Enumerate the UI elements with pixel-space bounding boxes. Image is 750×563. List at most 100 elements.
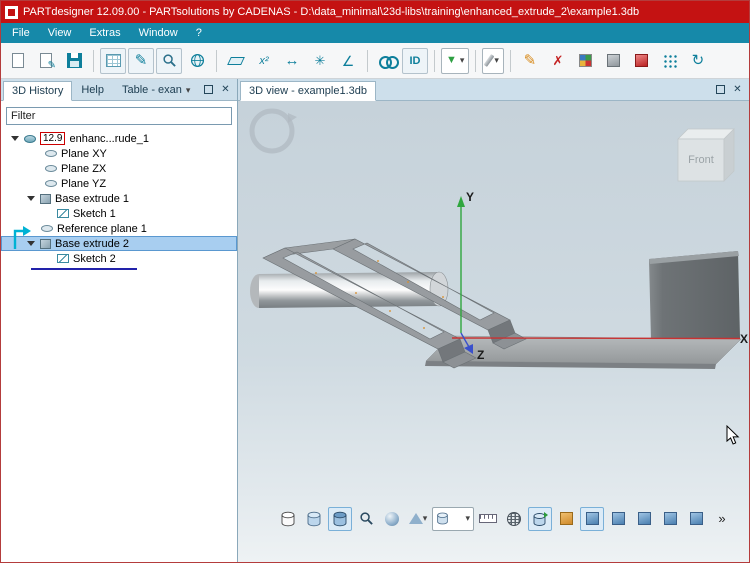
new-document-button[interactable] [5, 48, 31, 74]
shaded-display-button[interactable] [302, 507, 326, 531]
plane-icon [45, 150, 57, 157]
menu-extras[interactable]: Extras [80, 25, 129, 41]
tree-item-reference-plane-1[interactable]: Reference plane 1 [1, 221, 237, 236]
left-view-button[interactable] [632, 507, 656, 531]
tree-item-plane-xy[interactable]: Plane XY [1, 146, 237, 161]
color-dropdown[interactable]: ▼▾ [441, 48, 469, 74]
menu-file[interactable]: File [3, 25, 39, 41]
delete-button[interactable]: ✗ [545, 48, 571, 74]
axis-y-label: Y [466, 190, 474, 204]
part-button[interactable] [601, 48, 627, 74]
measure-button[interactable] [476, 507, 500, 531]
solid-display-button[interactable] [328, 507, 352, 531]
assembly-icon [24, 135, 36, 143]
save-icon [67, 53, 82, 68]
link-button[interactable] [374, 48, 400, 74]
front-view-button[interactable] [580, 507, 604, 531]
view-panel: 3D view - example1.3db ✕ [238, 79, 749, 562]
search-icon [162, 53, 177, 68]
plane-icon [45, 165, 57, 172]
menu-window[interactable]: Window [130, 25, 187, 41]
dynamic-rotate-button[interactable] [528, 507, 552, 531]
float-view-button[interactable] [714, 83, 727, 96]
tree-item-label: Plane ZX [61, 163, 106, 175]
variable-button[interactable]: x² [251, 48, 277, 74]
tree-item-plane-yz[interactable]: Plane YZ [1, 176, 237, 191]
save-button[interactable] [61, 48, 87, 74]
extrude-icon [40, 194, 51, 204]
iso-view-button[interactable] [554, 507, 578, 531]
view-mode-button[interactable]: ▾ [406, 507, 430, 531]
tab-table[interactable]: Table - exan▾ [113, 80, 199, 100]
new-page-icon [12, 53, 24, 68]
view-cube-label: Front [688, 154, 714, 166]
sphere-icon [385, 512, 399, 526]
gray-cube-icon [607, 54, 620, 67]
cylinder-wireframe-icon [280, 511, 296, 527]
blue-cube-icon [638, 512, 651, 525]
tree-item-sketch-2[interactable]: Sketch 2 [1, 251, 237, 266]
close-panel-button[interactable]: ✕ [219, 83, 232, 96]
expander-icon[interactable] [27, 196, 35, 201]
axis-x-label: X [740, 332, 748, 346]
dimension-button[interactable]: ↔ [279, 48, 305, 74]
screw-dropdown[interactable]: ▾ [482, 48, 504, 74]
back-view-button[interactable] [606, 507, 630, 531]
refresh-button[interactable]: ↻ [685, 48, 711, 74]
float-icon [204, 85, 213, 94]
tree-item-plane-zx[interactable]: Plane ZX [1, 161, 237, 176]
orange-cube-icon [560, 512, 573, 525]
id-button[interactable]: ID [402, 48, 428, 74]
dimension-icon: ↔ [285, 53, 300, 68]
tab-help[interactable]: Help [72, 80, 113, 100]
float-panel-button[interactable] [202, 83, 215, 96]
tab-3d-view[interactable]: 3D view - example1.3db [240, 81, 376, 101]
cylinder-solid-icon [332, 511, 348, 527]
zoom-fit-button[interactable] [354, 507, 378, 531]
render-quality-button[interactable] [380, 507, 404, 531]
right-view-button[interactable] [658, 507, 682, 531]
search-button[interactable] [156, 48, 182, 74]
sketch-plane-button[interactable] [223, 48, 249, 74]
sketch-edit-button[interactable]: ✎ [128, 48, 154, 74]
pattern-icon: ✳ [315, 54, 326, 67]
plane-icon [45, 180, 57, 187]
close-view-button[interactable]: ✕ [731, 83, 744, 96]
mouse-cursor [727, 426, 738, 444]
cylinder-arrows-icon [532, 511, 548, 527]
wireframe-display-button[interactable] [276, 507, 300, 531]
export-button[interactable] [573, 48, 599, 74]
edit-button[interactable]: ✎ [517, 48, 543, 74]
menu-help[interactable]: ? [187, 25, 211, 41]
table-button[interactable] [100, 48, 126, 74]
more-tools-button[interactable]: » [710, 507, 734, 531]
angle-button[interactable]: ∠ [335, 48, 361, 74]
refresh-icon: ↻ [692, 53, 705, 68]
top-view-button[interactable] [684, 507, 708, 531]
tree-item-base-extrude-1[interactable]: Base extrude 1 [1, 191, 237, 206]
menu-view[interactable]: View [39, 25, 81, 41]
screw-icon [484, 54, 495, 67]
globe-button[interactable] [184, 48, 210, 74]
filter-input[interactable] [6, 107, 232, 125]
3d-viewport[interactable]: Y X Z Front [238, 101, 749, 562]
history-panel: 3D History Help Table - exan▾ ✕ 12.9 enh… [1, 79, 238, 562]
pattern-button[interactable]: ✳ [307, 48, 333, 74]
tree-item-label: Base extrude 1 [55, 193, 129, 205]
tab-3d-history[interactable]: 3D History [3, 81, 72, 101]
snap-grid-button[interactable] [657, 48, 683, 74]
sketch-icon [57, 209, 69, 218]
tree-item-base-extrude-2[interactable]: Base extrude 2 [1, 236, 237, 251]
float-icon [716, 85, 725, 94]
left-tab-bar: 3D History Help Table - exan▾ ✕ [1, 79, 237, 101]
display-mode-combo[interactable]: ▾ [432, 507, 474, 531]
expander-icon[interactable] [11, 136, 19, 141]
tree-item-root[interactable]: 12.9 enhanc...rude_1 [1, 131, 237, 146]
prism-icon [409, 513, 423, 524]
open-document-button[interactable]: ✎ [33, 48, 59, 74]
part-red-button[interactable] [629, 48, 655, 74]
sketch-icon [57, 254, 69, 263]
tree-item-sketch-1[interactable]: Sketch 1 [1, 206, 237, 221]
mesh-display-button[interactable] [502, 507, 526, 531]
tree-item-label: Sketch 2 [73, 253, 116, 265]
